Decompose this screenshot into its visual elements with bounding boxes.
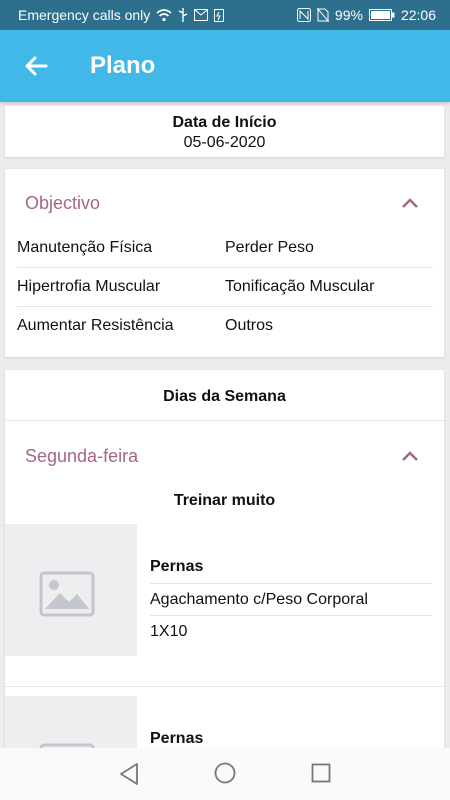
- exercise-item[interactable]: Pernas Agachamento c/Peso Corporal 1X10: [5, 524, 444, 656]
- objective-item[interactable]: Perder Peso: [225, 239, 314, 257]
- objective-item[interactable]: Outros: [225, 317, 273, 335]
- divider: [5, 420, 444, 421]
- objective-item[interactable]: Tonificação Muscular: [225, 278, 374, 296]
- status-bar: Emergency calls only 99% 22:06: [0, 0, 450, 30]
- weekdays-title: Dias da Semana: [163, 388, 286, 405]
- objective-item[interactable]: Manutenção Física: [17, 239, 152, 257]
- exercise-item[interactable]: Pernas: [5, 696, 444, 750]
- battery-charge-icon: [214, 9, 225, 22]
- chevron-up-icon[interactable]: [401, 450, 419, 462]
- objective-row: Manutenção Física Perder Peso: [17, 229, 433, 268]
- weekdays-card: Dias da Semana Segunda-feira Treinar mui…: [5, 370, 444, 750]
- exercise-group: Pernas: [150, 558, 204, 575]
- exercise-thumbnail: [5, 524, 137, 656]
- exercise-name: Agachamento c/Peso Corporal: [150, 591, 368, 608]
- battery-icon: [368, 9, 395, 21]
- wifi-icon: [156, 9, 172, 22]
- battery-percent: 99%: [334, 7, 363, 23]
- objective-row: Hipertrofia Muscular Tonificação Muscula…: [17, 268, 433, 307]
- divider: [5, 686, 444, 687]
- nav-back-icon[interactable]: [118, 762, 140, 786]
- chevron-up-icon[interactable]: [401, 197, 419, 209]
- nfc-icon: [296, 8, 311, 22]
- nav-recents-icon[interactable]: [311, 763, 331, 783]
- start-date-card: Data de Início 05-06-2020: [5, 106, 444, 157]
- mail-icon: [194, 9, 209, 21]
- exercise-sets: 1X10: [150, 623, 188, 640]
- nav-home-icon[interactable]: [214, 762, 236, 784]
- carrier-text: Emergency calls only: [18, 7, 151, 23]
- app-bar: Plano: [0, 30, 450, 102]
- objective-row: Aumentar Resistência Outros: [17, 307, 433, 345]
- exercise-group: Pernas: [150, 730, 204, 747]
- exercise-thumbnail: [5, 696, 137, 750]
- system-nav-bar: [0, 748, 450, 800]
- start-date-label: Data de Início: [172, 114, 277, 131]
- usb-icon: [178, 8, 188, 22]
- objective-item[interactable]: Aumentar Resistência: [17, 317, 174, 335]
- objective-title[interactable]: Objectivo: [25, 193, 100, 214]
- objective-item[interactable]: Hipertrofia Muscular: [17, 278, 160, 296]
- page-title: Plano: [90, 52, 156, 79]
- divider: [150, 615, 432, 616]
- image-placeholder-icon: [39, 571, 95, 617]
- clock: 22:06: [400, 7, 436, 23]
- back-arrow-icon[interactable]: [20, 50, 52, 82]
- objective-card: Objectivo Manutenção Física Perder Peso …: [5, 169, 444, 357]
- training-title: Treinar muito: [173, 492, 276, 509]
- start-date-value: 05-06-2020: [183, 134, 266, 151]
- no-sim-icon: [316, 8, 329, 22]
- divider: [150, 583, 432, 584]
- day-title[interactable]: Segunda-feira: [25, 446, 138, 467]
- objective-grid: Manutenção Física Perder Peso Hipertrofi…: [17, 229, 433, 345]
